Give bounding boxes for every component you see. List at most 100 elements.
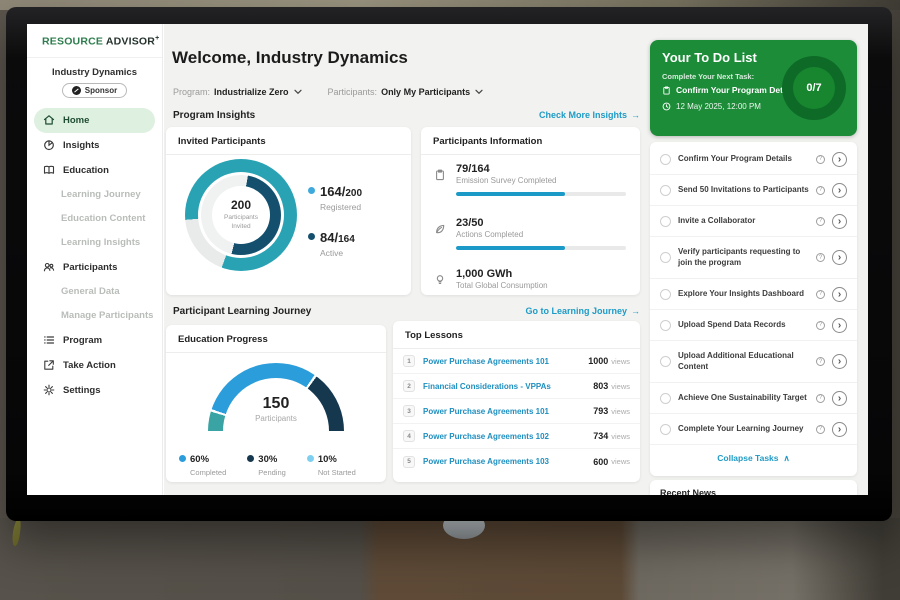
top-lessons-card: Top Lessons 1 Power Purchase Agreements … <box>393 321 640 482</box>
scene: RESOURCE ADVISOR+ Industry Dynamics Spon… <box>0 0 900 600</box>
lesson-link[interactable]: Power Purchase Agreements 101 <box>423 407 549 416</box>
chevron-right-icon[interactable]: › <box>832 318 847 333</box>
lesson-row[interactable]: 2 Financial Considerations - VPPAs 803 v… <box>393 374 640 399</box>
lesson-rank-badge: 4 <box>403 430 415 442</box>
sidebar-item-general-data[interactable]: General Data <box>34 280 155 304</box>
help-icon: ? <box>816 186 825 195</box>
sidebar-item-settings[interactable]: Settings <box>34 378 155 403</box>
gauge-center: 150 Participants <box>208 395 344 423</box>
sidebar-item-program[interactable]: Program <box>34 328 155 353</box>
sidebar-item-insights[interactable]: Insights <box>34 133 155 158</box>
task-row[interactable]: Confirm Your Program Details ? › <box>650 144 857 175</box>
chevron-right-icon[interactable]: › <box>832 183 847 198</box>
chevron-right-icon[interactable]: › <box>832 422 847 437</box>
clock-icon <box>662 102 671 111</box>
stat-label: Emission Survey Completed <box>456 176 628 185</box>
donut-center: 200 Participants Invited <box>185 159 297 271</box>
lesson-row[interactable]: 5 Power Purchase Agreements 103 600 view… <box>393 449 640 474</box>
participants-filter[interactable]: Participants:Only My Participants <box>328 82 484 100</box>
task-checkbox[interactable] <box>660 356 671 367</box>
lesson-link[interactable]: Power Purchase Agreements 102 <box>423 432 549 441</box>
task-row[interactable]: Achieve One Sustainability Target ? › <box>650 383 857 414</box>
task-list-card: Confirm Your Program Details ? › Send 50… <box>650 142 857 476</box>
todo-progress-value: 0/7 <box>793 67 835 109</box>
check-more-insights-link[interactable]: Check More Insights→ <box>539 110 640 120</box>
task-row[interactable]: Upload Additional Educational Content ? … <box>650 341 857 383</box>
gauge-center-value: 150 <box>208 395 344 413</box>
invited-participants-donut-chart: 200 Participants Invited <box>185 159 297 271</box>
chevron-right-icon[interactable]: › <box>832 250 847 265</box>
legend-label: Pending <box>258 468 286 477</box>
program-filter[interactable]: Program:Industrialize Zero <box>173 82 302 100</box>
collapse-tasks-button[interactable]: Collapse Tasks ∧ <box>650 445 857 471</box>
legend-label: Completed <box>190 468 226 477</box>
stat-row-actions: 23/50 Actions Completed <box>434 217 628 250</box>
account-name: Industry Dynamics <box>27 67 162 78</box>
help-icon: ? <box>816 290 825 299</box>
chevron-down-icon <box>475 82 483 88</box>
task-checkbox[interactable] <box>660 289 671 300</box>
sidebar-item-home[interactable]: Home <box>34 108 155 133</box>
lesson-views-suffix: views <box>611 432 630 441</box>
chevron-right-icon[interactable]: › <box>832 354 847 369</box>
sidebar-item-learning-insights[interactable]: Learning Insights <box>34 231 155 255</box>
education-icon <box>43 164 55 176</box>
task-checkbox[interactable] <box>660 252 671 263</box>
sidebar-item-label: Home <box>63 115 89 126</box>
logo-resource: RESOURCE <box>42 36 103 48</box>
lesson-views-suffix: views <box>611 382 630 391</box>
todo-panel: Your To Do List Complete Your Next Task:… <box>650 40 857 136</box>
donut-legend: 164/200 Registered 84/164 Active <box>308 183 362 275</box>
chevron-down-icon <box>294 82 302 88</box>
task-row[interactable]: Upload Spend Data Records ? › <box>650 310 857 341</box>
lesson-link[interactable]: Power Purchase Agreements 101 <box>423 357 549 366</box>
chevron-right-icon[interactable]: › <box>832 152 847 167</box>
page-title: Welcome, Industry Dynamics <box>172 48 408 68</box>
go-to-learning-journey-link[interactable]: Go to Learning Journey→ <box>525 306 640 316</box>
task-checkbox[interactable] <box>660 185 671 196</box>
participants-icon <box>43 261 55 273</box>
survey-icon <box>434 168 446 180</box>
task-checkbox[interactable] <box>660 320 671 331</box>
education-progress-card: Education Progress 150 Participants 60% … <box>166 325 386 482</box>
sponsor-icon <box>72 86 81 95</box>
sidebar-item-participants[interactable]: Participants <box>34 255 155 280</box>
lesson-link[interactable]: Power Purchase Agreements 103 <box>423 457 549 466</box>
task-checkbox[interactable] <box>660 393 671 404</box>
task-row[interactable]: Explore Your Insights Dashboard ? › <box>650 279 857 310</box>
progress-bar <box>456 192 626 196</box>
sidebar-item-education[interactable]: Education <box>34 158 155 183</box>
chevron-right-icon[interactable]: › <box>832 214 847 229</box>
todo-title: Your To Do List <box>662 50 757 65</box>
lesson-row[interactable]: 1 Power Purchase Agreements 101 1000 vie… <box>393 349 640 374</box>
todo-subtitle: Complete Your Next Task: <box>662 72 754 81</box>
sidebar-item-learning-journey[interactable]: Learning Journey <box>34 183 155 207</box>
lesson-row[interactable]: 4 Power Purchase Agreements 102 734 view… <box>393 424 640 449</box>
legend-item-completed: 60% Completed <box>179 449 226 477</box>
task-row[interactable]: Send 50 Invitations to Participants ? › <box>650 175 857 206</box>
settings-icon <box>43 384 55 396</box>
sidebar-item-education-content[interactable]: Education Content <box>34 207 155 231</box>
lesson-row[interactable]: 3 Power Purchase Agreements 101 793 view… <box>393 399 640 424</box>
task-checkbox[interactable] <box>660 424 671 435</box>
lesson-rank-badge: 5 <box>403 456 415 468</box>
stat-value: 23/50 <box>456 217 628 229</box>
chevron-right-icon[interactable]: › <box>832 287 847 302</box>
task-row[interactable]: Complete Your Learning Journey ? › <box>650 414 857 445</box>
arrow-right-icon: → <box>631 110 640 120</box>
chevron-right-icon[interactable]: › <box>832 391 847 406</box>
task-row[interactable]: Invite a Collaborator ? › <box>650 206 857 237</box>
chevron-up-icon: ∧ <box>784 453 790 464</box>
gauge-legend: 60% Completed 30% Pending 10% Not Starte… <box>179 449 356 477</box>
task-checkbox[interactable] <box>660 154 671 165</box>
task-checkbox[interactable] <box>660 216 671 227</box>
sidebar-item-manage-participants[interactable]: Manage Participants <box>34 304 155 328</box>
lesson-views-count: 803 <box>593 381 608 391</box>
sidebar-item-take-action[interactable]: Take Action <box>34 353 155 378</box>
lesson-link[interactable]: Financial Considerations - VPPAs <box>423 382 551 391</box>
task-row[interactable]: Verify participants requesting to join t… <box>650 237 857 279</box>
lesson-views-suffix: views <box>611 457 630 466</box>
legend-label: Registered <box>320 202 362 212</box>
sponsor-label: Sponsor <box>85 86 117 95</box>
stat-value: 79/164 <box>456 163 628 175</box>
